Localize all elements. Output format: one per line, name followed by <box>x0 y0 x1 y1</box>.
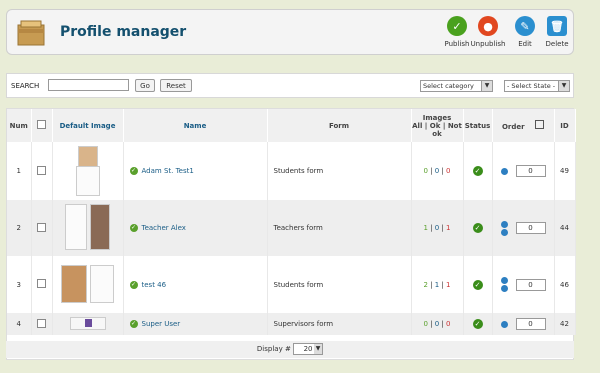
profile-image-placeholder[interactable] <box>69 316 106 330</box>
save-order-icon[interactable] <box>535 120 545 129</box>
published-status-icon[interactable]: ✓ <box>472 319 483 329</box>
col-default-image[interactable]: Default Image <box>52 109 124 142</box>
page-title: Profile manager <box>60 24 187 40</box>
ok-icon: ✓ <box>129 320 138 328</box>
header-bar: Profile manager ✓ Publish ● Unpublish ✎ … <box>6 9 574 55</box>
category-select[interactable]: Select category ▼ <box>420 80 493 92</box>
profiles-table: Num Default Image Name Form Images All |… <box>6 108 576 360</box>
row-checkbox[interactable] <box>37 165 46 175</box>
delete-button[interactable]: 🗑 Delete <box>534 16 580 48</box>
profile-name-link[interactable]: Teacher Alex <box>142 224 186 232</box>
publish-icon: ✓ <box>447 16 467 36</box>
col-num: Num <box>7 109 32 142</box>
move-down-icon[interactable] <box>500 228 508 236</box>
row-checkbox[interactable] <box>37 222 46 232</box>
row-checkbox[interactable] <box>37 318 46 328</box>
published-status-icon[interactable]: ✓ <box>472 279 483 290</box>
edit-icon: ✎ <box>515 16 535 36</box>
default-image-cell <box>52 200 124 256</box>
chevron-down-icon: ▼ <box>481 81 492 91</box>
default-image-cell <box>52 142 124 200</box>
order-input[interactable]: 0 <box>515 165 546 177</box>
reset-button[interactable]: Reset <box>160 79 192 92</box>
state-select[interactable]: - Select State - ▼ <box>504 80 570 92</box>
profile-sketch[interactable] <box>89 264 114 303</box>
col-status: Status <box>463 109 493 142</box>
default-image-cell <box>52 256 124 313</box>
go-button[interactable]: Go <box>135 79 155 92</box>
ok-icon: ✓ <box>129 224 138 232</box>
col-select-all[interactable] <box>31 109 53 142</box>
profile-sketch[interactable] <box>75 166 100 196</box>
row-checkbox[interactable] <box>37 279 46 288</box>
table-header: Num Default Image Name Form Images All |… <box>7 109 576 142</box>
ok-icon: ✓ <box>129 167 138 175</box>
order-input[interactable]: 0 <box>515 278 546 291</box>
profile-manager-logo-icon <box>17 20 45 46</box>
col-id: ID <box>554 109 576 142</box>
col-order[interactable]: Order <box>492 109 555 142</box>
filter-bar: SEARCH Go Reset Select category ▼ - Sele… <box>6 73 574 98</box>
col-name[interactable]: Name <box>123 109 268 142</box>
order-input[interactable]: 0 <box>515 318 546 330</box>
default-image-cell <box>52 313 124 335</box>
images-counts: 0 | 0 | 0 <box>411 142 464 200</box>
move-down-icon[interactable] <box>500 285 508 292</box>
move-down-icon[interactable] <box>500 167 508 175</box>
published-status-icon[interactable]: ✓ <box>472 223 483 233</box>
search-label: SEARCH <box>11 82 40 90</box>
select-all-checkbox[interactable] <box>37 120 46 129</box>
move-up-icon[interactable] <box>500 277 508 284</box>
profile-name-link[interactable]: test 46 <box>142 281 167 289</box>
table-row: 3 ✓ test 46 Students form 2 | 1 | 1 ✓ 0 4… <box>7 256 576 313</box>
images-counts: 0 | 0 | 0 <box>411 313 464 335</box>
delete-icon: 🗑 <box>547 16 567 36</box>
ok-icon: ✓ <box>129 280 138 289</box>
chevron-down-icon: ▼ <box>558 81 569 91</box>
published-status-icon[interactable]: ✓ <box>472 166 483 176</box>
move-up-icon[interactable] <box>500 320 508 328</box>
order-input[interactable]: 0 <box>515 222 546 234</box>
images-counts: 1 | 0 | 1 <box>411 200 464 256</box>
table-row: 2 ✓ Teacher Alex Teachers form 1 | 0 | 1 … <box>7 200 576 256</box>
display-count-select[interactable]: 20 ▼ <box>293 343 324 355</box>
table-row: 1 ✓ Adam St. Test1 Students form 0 | 0 | … <box>7 142 576 200</box>
unpublish-icon: ● <box>478 16 498 36</box>
table-row: 4 ✓ Super User Supervisors form 0 | 0 | 0… <box>7 313 576 335</box>
images-counts: 2 | 1 | 1 <box>411 256 464 313</box>
move-up-icon[interactable] <box>500 220 508 228</box>
col-images: Images All | Ok | Not ok <box>411 109 464 142</box>
image-icon <box>84 318 92 327</box>
display-label: Display # <box>256 345 291 353</box>
chevron-down-icon: ▼ <box>314 344 323 354</box>
profile-photo[interactable] <box>61 264 88 303</box>
profile-name-link[interactable]: Adam St. Test1 <box>142 167 194 175</box>
col-form: Form <box>267 109 412 142</box>
profile-photo[interactable] <box>89 204 110 250</box>
search-input[interactable] <box>48 79 129 91</box>
pagination-footer: Display # 20 ▼ <box>6 341 574 358</box>
profile-name-link[interactable]: Super User <box>142 320 181 328</box>
profile-sketch[interactable] <box>65 204 88 250</box>
